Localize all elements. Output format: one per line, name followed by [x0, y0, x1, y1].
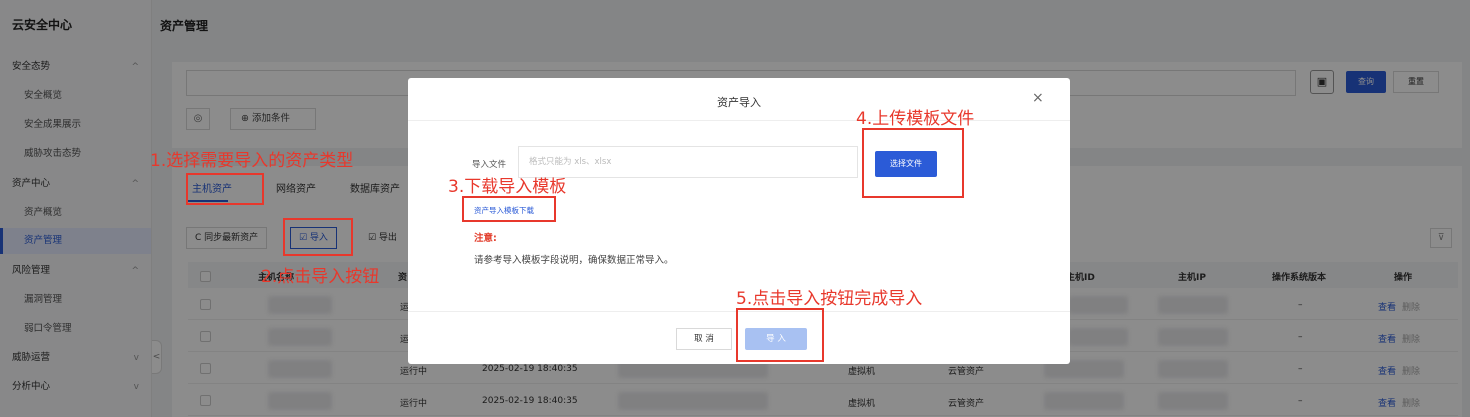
annotation-step-1: 1.选择需要导入的资产类型 [150, 151, 354, 171]
note-text: 请参考导入模板字段说明，确保数据正常导入。 [474, 255, 674, 266]
annotation-box-import-button [283, 218, 353, 256]
close-icon[interactable]: × [1032, 90, 1044, 106]
cancel-button[interactable]: 取 消 [676, 328, 732, 350]
annotation-box-choose-file [862, 128, 964, 198]
annotation-box-host-tab [186, 173, 264, 205]
annotation-step-4: 4.上传模板文件 [856, 109, 975, 129]
annotation-step-3: 3.下载导入模板 [448, 177, 567, 197]
annotation-step-5: 5.点击导入按钮完成导入 [736, 289, 923, 309]
file-field-label: 导入文件 [472, 160, 507, 170]
annotation-step-2: 2.点击导入按钮 [261, 267, 380, 287]
annotation-box-confirm-import [736, 308, 824, 362]
annotation-box-template-link [462, 196, 556, 222]
file-path-input[interactable]: 格式只能为 xls、xlsx [518, 146, 858, 178]
note-title: 注意: [474, 233, 497, 244]
